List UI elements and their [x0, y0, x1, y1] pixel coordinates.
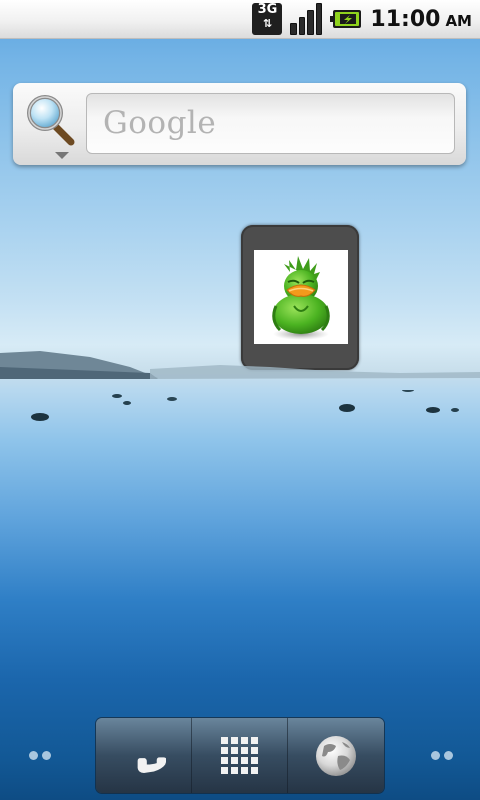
wallpaper-shoreline — [0, 351, 480, 379]
page-indicator-left[interactable] — [29, 751, 51, 760]
search-input[interactable]: Google — [86, 93, 455, 154]
dock-browser-button[interactable] — [288, 718, 384, 793]
dock-phone-button[interactable] — [96, 718, 192, 793]
green-duck-app-icon[interactable] — [254, 250, 348, 344]
status-icons: 3G ⇅ 11:00 AM — [252, 2, 472, 36]
page-indicator-right[interactable] — [431, 751, 453, 760]
page-dot — [431, 751, 440, 760]
launcher-dock — [96, 718, 384, 793]
magnifier-icon[interactable] — [25, 93, 77, 151]
page-dot — [444, 751, 453, 760]
status-clock: 11:00 AM — [370, 7, 472, 32]
search-placeholder: Google — [103, 105, 217, 141]
phone-icon — [137, 756, 166, 773]
browser-globe-icon — [316, 735, 356, 776]
page-dot — [42, 751, 51, 760]
signal-strength-icon — [290, 3, 323, 35]
page-dot — [29, 751, 38, 760]
clock-ampm: AM — [445, 11, 472, 30]
clock-time: 11:00 — [370, 6, 441, 32]
app-widget-frame — [254, 250, 348, 344]
wallpaper-rocks — [31, 390, 459, 421]
dropdown-triangle-icon[interactable] — [55, 152, 69, 159]
dock-app-drawer-button[interactable] — [192, 718, 288, 793]
status-bar[interactable]: 3G ⇅ 11:00 AM — [0, 0, 480, 39]
battery-charging-icon — [330, 10, 362, 28]
network-type-label: 3G — [257, 2, 278, 17]
data-arrows-icon: ⇅ — [262, 17, 273, 30]
3g-data-icon: 3G ⇅ — [252, 2, 283, 35]
app-drawer-grid-icon — [220, 736, 258, 774]
google-search-widget[interactable]: Google — [13, 83, 466, 165]
